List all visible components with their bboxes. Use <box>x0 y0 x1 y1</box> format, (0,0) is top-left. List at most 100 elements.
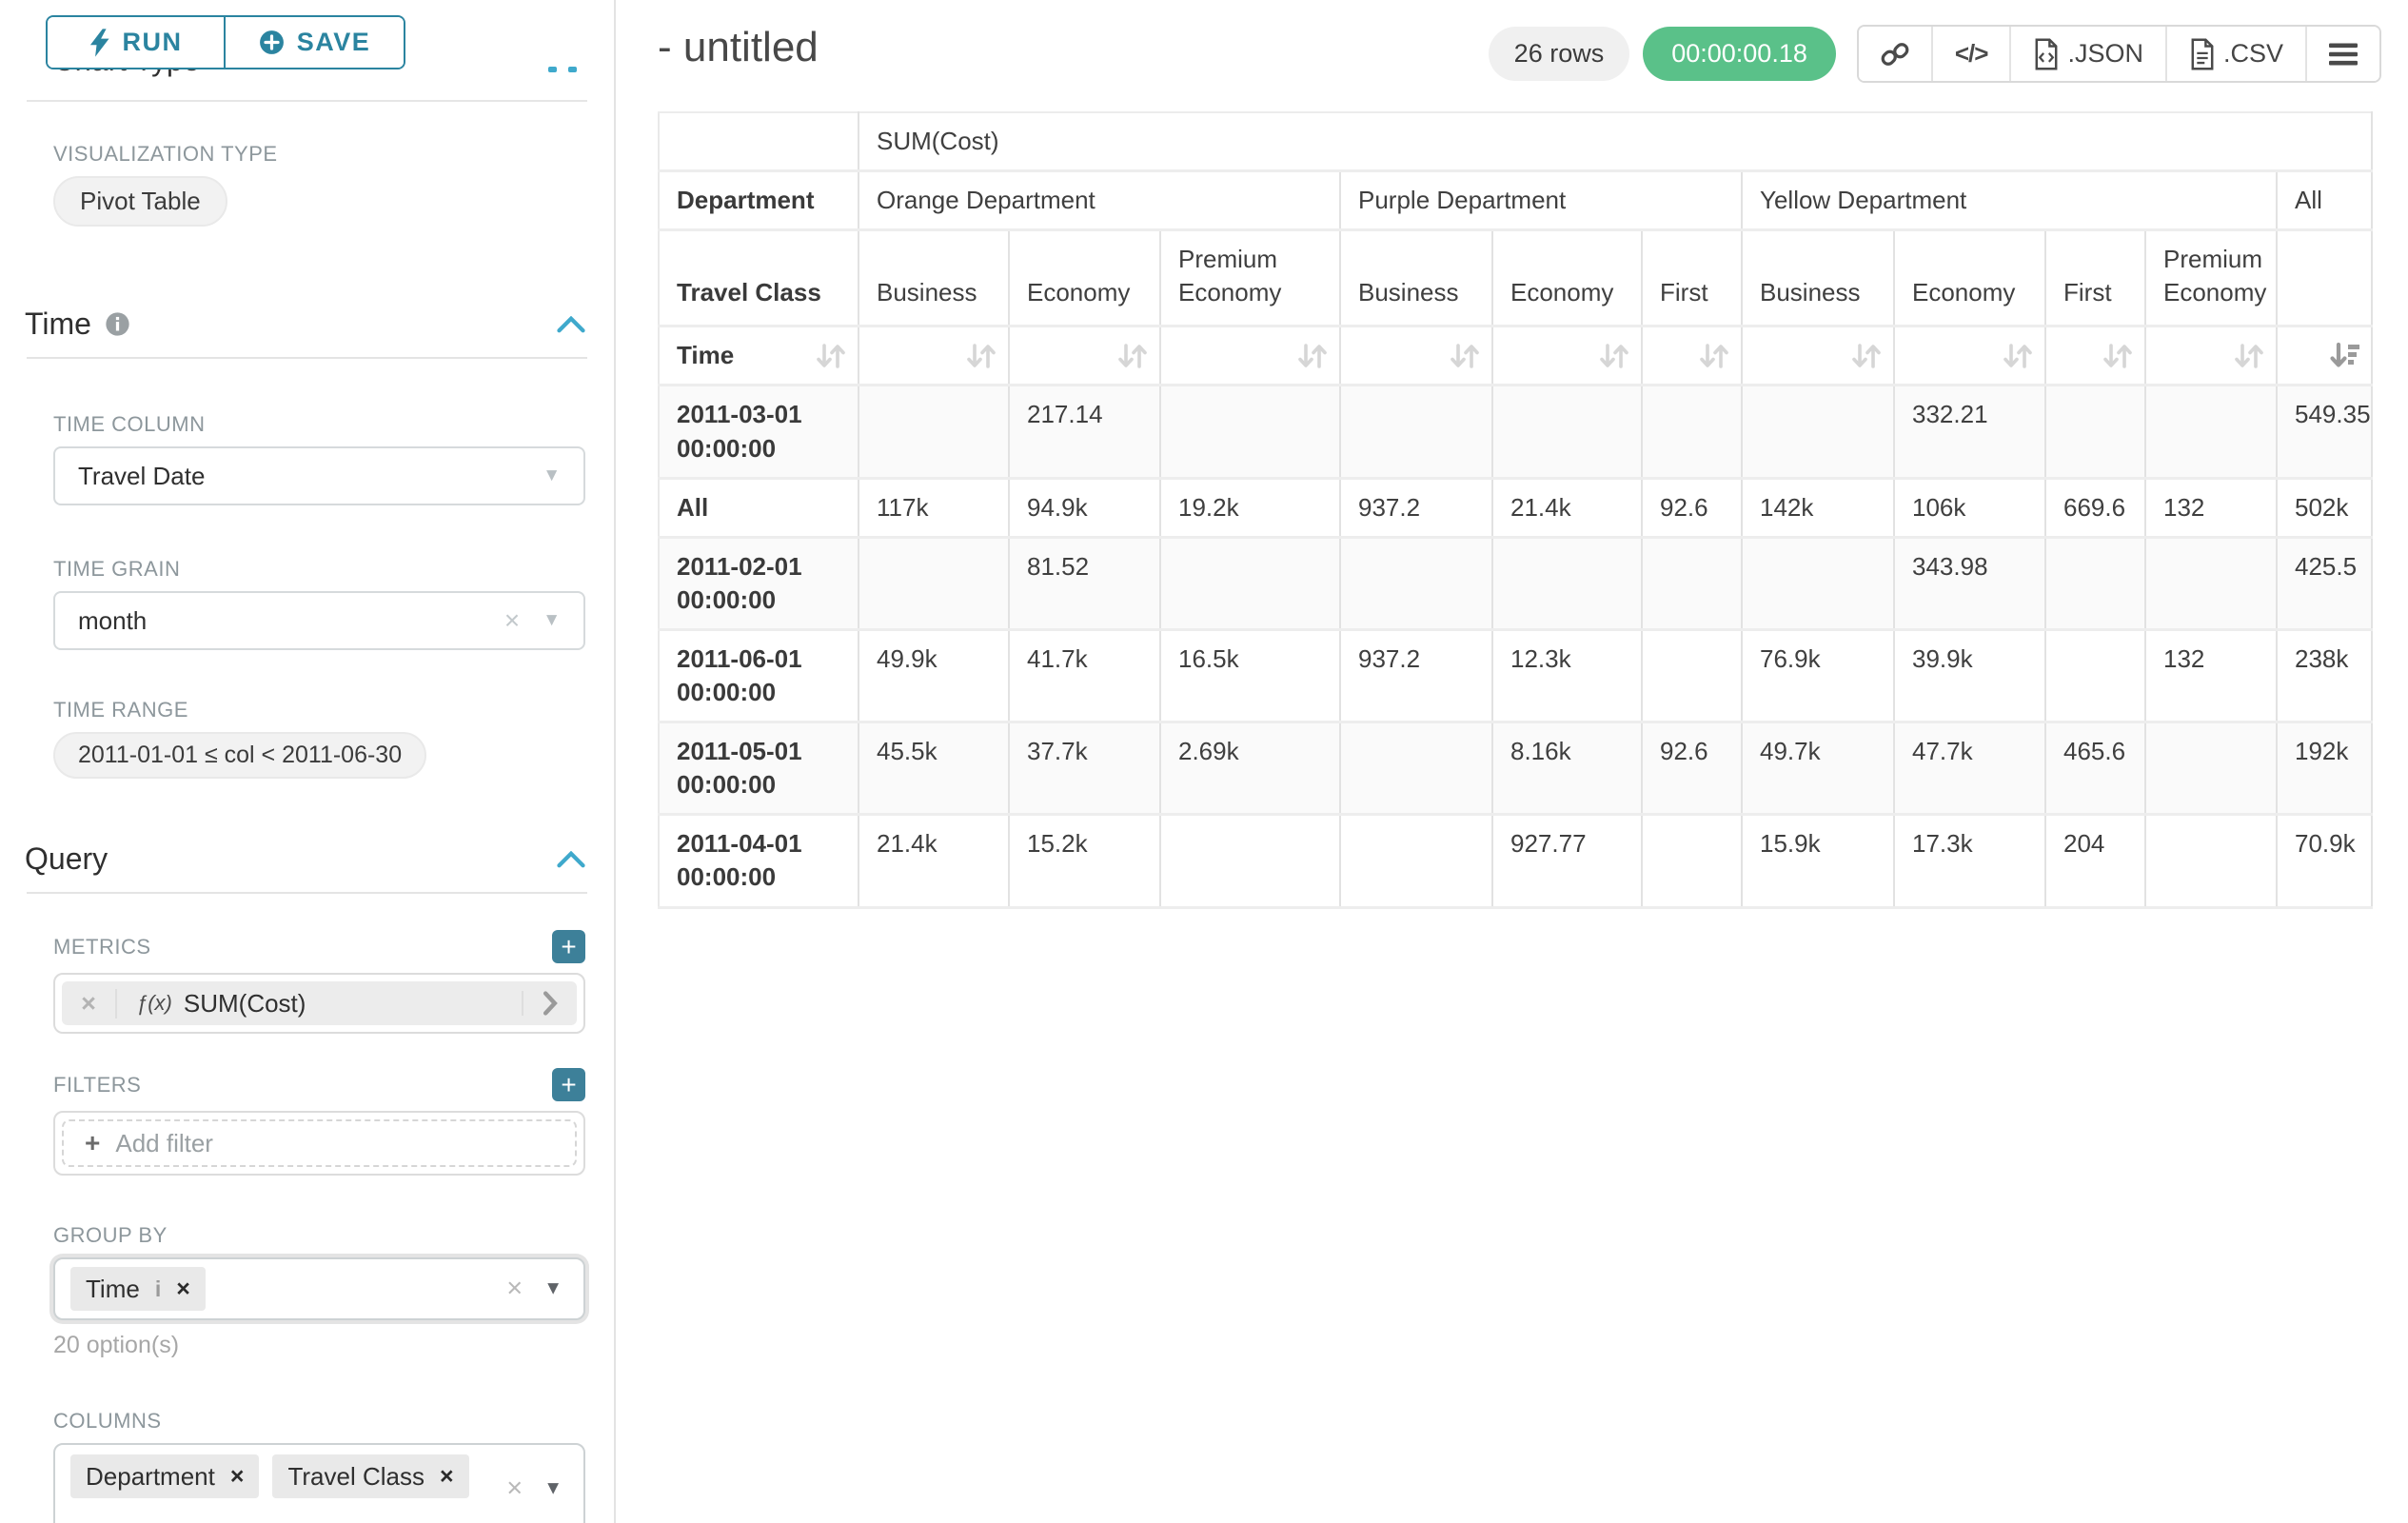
time-section-title: Time <box>25 307 91 342</box>
remove-chip-icon[interactable]: × <box>440 1463 454 1491</box>
run-button[interactable]: RUN <box>48 17 226 68</box>
pivot-class-header: Economy <box>1492 230 1642 326</box>
add-filter-dropzone[interactable]: + Add filter <box>62 1119 577 1167</box>
time-grain-label: TIME GRAIN <box>53 557 587 582</box>
group-by-select[interactable]: Time i × × ▼ <box>53 1257 585 1320</box>
metric-chip[interactable]: × ƒ(x) SUM(Cost) <box>62 981 577 1025</box>
clear-icon[interactable]: × <box>506 1475 523 1503</box>
pivot-value-cell: 92.6 <box>1642 478 1742 537</box>
pivot-value-cell: 15.2k <box>1009 815 1160 907</box>
control-panel: Chart Type RUN SAVE <box>0 0 616 1523</box>
caret-down-icon: ▼ <box>543 465 561 486</box>
sort-toggle-icon[interactable] <box>1697 339 1731 373</box>
pivot-value-cell: 204 <box>2045 815 2145 907</box>
sort-toggle-icon[interactable] <box>1295 339 1330 373</box>
group-by-chip-time[interactable]: Time i × <box>70 1267 206 1311</box>
pivot-value-cell: 70.9k <box>2277 815 2372 907</box>
pivot-value-cell: 41.7k <box>1009 629 1160 722</box>
expand-metric-icon[interactable] <box>522 991 577 1016</box>
time-grain-select[interactable]: month × ▼ <box>53 591 585 650</box>
add-metric-button[interactable]: + <box>552 930 585 963</box>
run-button-label: RUN <box>123 28 183 57</box>
copy-link-button[interactable] <box>1859 27 1931 81</box>
visualization-type-value[interactable]: Pivot Table <box>53 176 227 227</box>
caret-down-icon[interactable]: ▼ <box>543 1278 563 1300</box>
pivot-value-cell: 16.5k <box>1160 629 1340 722</box>
query-timer-badge: 00:00:00.18 <box>1643 27 1836 81</box>
remove-chip-icon[interactable]: × <box>176 1276 190 1303</box>
caret-down-icon[interactable]: ▼ <box>543 1478 563 1500</box>
pivot-group-header: Orange Department <box>859 171 1340 230</box>
time-column-select[interactable]: Travel Date ▼ <box>53 446 585 505</box>
sort-toggle-icon[interactable] <box>1597 339 1631 373</box>
sort-toggle-icon[interactable] <box>1448 339 1482 373</box>
remove-metric-icon[interactable]: × <box>62 989 117 1019</box>
chevron-up-icon[interactable] <box>557 851 585 868</box>
csv-file-icon <box>2189 38 2216 70</box>
pivot-table-container: SUM(Cost)DepartmentOrange DepartmentPurp… <box>658 111 2408 909</box>
sort-toggle-icon[interactable] <box>2232 339 2266 373</box>
chevron-up-icon[interactable] <box>557 316 585 333</box>
sort-toggle-icon[interactable] <box>814 339 848 373</box>
pivot-value-cell: 76.9k <box>1742 629 1894 722</box>
lightning-bolt-icon <box>89 29 110 57</box>
view-query-button[interactable]: </> <box>1931 27 2010 81</box>
pivot-row-label: 2011-02-01 00:00:00 <box>659 537 859 629</box>
pivot-value-cell: 19.2k <box>1160 478 1340 537</box>
pivot-group-header: Purple Department <box>1340 171 1742 230</box>
group-by-options-count: 20 option(s) <box>53 1332 614 1359</box>
csv-button-label: .CSV <box>2223 39 2283 69</box>
pivot-value-cell <box>859 537 1009 629</box>
pivot-value-cell: 8.16k <box>1492 722 1642 815</box>
time-axis-label: Time <box>677 341 734 369</box>
pivot-value-cell: 332.21 <box>1894 386 2045 478</box>
pivot-value-cell: 47.7k <box>1894 722 2045 815</box>
pivot-row-label: 2011-05-01 00:00:00 <box>659 722 859 815</box>
pivot-value-cell: 549.35 <box>2277 386 2372 478</box>
export-button-group: </> .JSON <box>1857 25 2381 83</box>
export-json-button[interactable]: .JSON <box>2009 27 2165 81</box>
columns-label: COLUMNS <box>53 1409 587 1434</box>
pivot-sort-cell <box>1160 326 1340 386</box>
query-actions-bar: RUN SAVE <box>0 0 614 69</box>
function-icon: ƒ(x) <box>136 991 172 1016</box>
columns-chip-travel-class[interactable]: Travel Class × <box>272 1454 468 1498</box>
pivot-value-cell <box>1160 537 1340 629</box>
sort-toggle-icon[interactable] <box>1849 339 1884 373</box>
add-filter-button[interactable]: + <box>552 1068 585 1101</box>
columns-chip-department[interactable]: Department × <box>70 1454 259 1498</box>
time-section-header[interactable]: Time <box>25 307 585 342</box>
save-button-label: SAVE <box>297 28 371 57</box>
chart-title[interactable]: - untitled <box>658 25 819 70</box>
clear-icon[interactable]: × <box>506 1276 523 1303</box>
more-menu-button[interactable] <box>2305 27 2379 81</box>
sort-desc-icon[interactable] <box>2327 339 2361 373</box>
export-csv-button[interactable]: .CSV <box>2165 27 2305 81</box>
pivot-value-cell: 12.3k <box>1492 629 1642 722</box>
pivot-value-cell: 45.5k <box>859 722 1009 815</box>
pivot-value-cell <box>1642 386 1742 478</box>
row-count-badge: 26 rows <box>1489 27 1630 81</box>
pivot-class-header: Business <box>1742 230 1894 326</box>
sort-toggle-icon[interactable] <box>2001 339 2035 373</box>
group-by-label: GROUP BY <box>53 1223 587 1248</box>
pivot-data-row: 2011-05-01 00:00:0045.5k37.7k2.69k8.16k9… <box>659 722 2372 815</box>
pivot-group-header: All <box>2277 171 2372 230</box>
clear-icon[interactable]: × <box>504 607 520 634</box>
remove-chip-icon[interactable]: × <box>230 1463 245 1491</box>
time-range-value[interactable]: 2011-01-01 ≤ col < 2011-06-30 <box>53 732 426 779</box>
sort-toggle-icon[interactable] <box>1115 339 1150 373</box>
info-icon <box>105 311 130 337</box>
save-button[interactable]: SAVE <box>226 17 404 68</box>
pivot-class-header: Economy <box>1894 230 2045 326</box>
pivot-value-cell <box>1642 537 1742 629</box>
pivot-class-header: First <box>2045 230 2145 326</box>
sort-toggle-icon[interactable] <box>964 339 998 373</box>
columns-select[interactable]: Department × Travel Class × × ▼ <box>53 1443 585 1523</box>
query-section-header[interactable]: Query <box>25 841 585 877</box>
pivot-value-cell <box>1340 815 1492 907</box>
sort-toggle-icon[interactable] <box>2101 339 2135 373</box>
plus-icon: + <box>85 1128 100 1158</box>
filters-label: FILTERS <box>53 1073 141 1098</box>
pivot-value-cell: 238k <box>2277 629 2372 722</box>
